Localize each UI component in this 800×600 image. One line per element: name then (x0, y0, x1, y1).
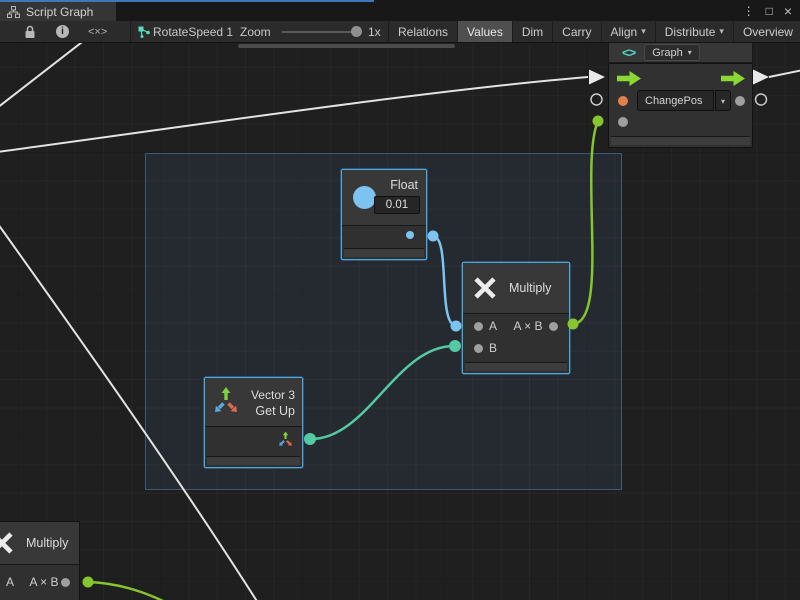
lock-icon (24, 25, 36, 39)
flow-arrowhead-left (589, 70, 605, 85)
script-brackets-icon: <> (622, 45, 635, 60)
multiply-icon (472, 275, 498, 301)
distribute-dropdown-button[interactable]: Distribute▾ (655, 21, 733, 42)
changepos-dropdown-caret[interactable]: ▾ (715, 90, 731, 111)
toolbar-separator (130, 21, 131, 42)
dim-button[interactable]: Dim (512, 21, 552, 42)
multiply-icon (0, 530, 15, 556)
multiply-node-header: Multiply (463, 263, 569, 314)
changepos-dropdown[interactable]: ChangePos (637, 90, 714, 111)
window-close-icon[interactable]: × (784, 4, 792, 18)
node-float[interactable]: Float (341, 169, 427, 260)
graph-source-dropdown[interactable]: Graph ▾ (644, 44, 700, 61)
graph-node-header: <> Graph ▾ (608, 42, 753, 63)
window-controls: ⋮ □ × (743, 0, 792, 21)
node-graph-event[interactable]: ChangePos ▾ (608, 63, 753, 148)
relations-button[interactable]: Relations (388, 21, 457, 42)
multiply-input-a-label: A (489, 320, 497, 332)
zoom-slider-handle[interactable] (351, 26, 362, 37)
getup-output-port[interactable] (277, 431, 294, 448)
flow-input-arrow-icon[interactable] (617, 71, 641, 86)
node-multiply-partial[interactable]: Multiply A A × B (0, 521, 80, 600)
breadcrumb[interactable]: RotateSpeed 1 (153, 21, 233, 42)
wire-endpoint-green (83, 577, 94, 588)
float-value-input[interactable] (374, 196, 420, 214)
multiply-input-b-port[interactable] (474, 344, 483, 353)
graph-node-footer (611, 136, 750, 145)
node-multiply[interactable]: Multiply A A × B B (462, 262, 570, 374)
values-button[interactable]: Values (457, 21, 512, 42)
multiply-node-footer (465, 362, 567, 371)
tab-script-graph[interactable]: Script Graph (0, 2, 116, 21)
wire-endpoint-green (593, 116, 604, 127)
float-node-header: Float (342, 170, 426, 226)
wire-white-into-graph-node (0, 77, 588, 152)
chevron-down-icon: ▾ (719, 26, 724, 37)
graph-target-port[interactable] (618, 96, 628, 106)
chevron-down-icon: ▾ (641, 26, 646, 37)
float-type-icon (353, 186, 376, 209)
vector3-node-header: Vector 3 Get Up (205, 378, 302, 427)
multiply2-node-header: Multiply (0, 522, 79, 565)
multiply-node-title: Multiply (509, 282, 551, 295)
zoom-label: Zoom (240, 21, 271, 42)
flow-arrowhead-right (753, 70, 769, 85)
window-top-bar: Script Graph ⋮ □ × i <×> (0, 0, 800, 42)
zoom-value: 1x (368, 21, 381, 42)
float-node-title: Float (390, 179, 418, 192)
wire-multiply2-output (88, 582, 163, 600)
info-button[interactable]: i (56, 21, 69, 42)
multiply-output-port[interactable] (549, 322, 558, 331)
wire-white-out-of-graph-node (769, 70, 800, 77)
info-icon: i (56, 25, 69, 38)
graph-tree-icon (7, 6, 20, 18)
float-node-footer (344, 248, 424, 257)
multiply2-output-port[interactable] (61, 578, 70, 587)
script-graph-asset-icon (138, 21, 150, 42)
graph-value-port-2[interactable] (618, 117, 628, 127)
unconnected-port-ring[interactable] (591, 94, 602, 105)
vector3-icon (211, 386, 241, 416)
tab-title: Script Graph (26, 5, 93, 19)
unconnected-port-ring[interactable] (756, 94, 767, 105)
inspect-code-button[interactable]: <×> (88, 21, 107, 42)
multiply-input-a-port[interactable] (474, 322, 483, 331)
lock-button[interactable] (24, 21, 36, 42)
window-menu-icon[interactable]: ⋮ (743, 5, 755, 17)
carry-button[interactable]: Carry (552, 21, 600, 42)
vector3-type-label: Vector 3 (251, 389, 295, 402)
multiply2-output-label: A × B (23, 576, 65, 588)
multiply2-input-a-label: A (6, 576, 14, 588)
overview-button[interactable]: Overview (733, 21, 800, 42)
multiply2-node-title: Multiply (26, 537, 68, 550)
wire-white-top-left (0, 42, 86, 108)
tab-bar: Script Graph ⋮ □ × (0, 0, 800, 21)
graph-source-label: Graph (652, 47, 683, 59)
vector3-node-footer (207, 456, 300, 465)
flow-output-arrow-icon[interactable] (721, 71, 745, 86)
chevron-down-icon: ▾ (688, 48, 692, 57)
align-dropdown-button[interactable]: Align▾ (601, 21, 655, 42)
float-output-port[interactable] (406, 231, 414, 239)
window-maximize-icon[interactable]: □ (766, 5, 773, 17)
graph-world: Float Multiply A A × B B (0, 42, 800, 600)
toolbar-buttons: Relations Values Dim Carry Align▾ Distri… (388, 21, 800, 42)
multiply-output-label: A × B (507, 320, 549, 332)
graph-value-port-1[interactable] (735, 96, 745, 106)
horizontal-scrollbar-thumb[interactable] (238, 44, 455, 48)
multiply-input-b-label: B (489, 342, 497, 354)
graph-canvas[interactable]: Float Multiply A A × B B (0, 42, 800, 600)
script-graph-window: { "colors": { "accent_blue": "#3c79bb", … (0, 0, 800, 600)
getup-name-label: Get Up (255, 405, 295, 418)
zoom-slider-track[interactable] (282, 31, 362, 33)
graph-toolbar: i <×> RotateSpeed 1 Zoom 1x Relations Va… (0, 21, 800, 43)
node-vector3-getup[interactable]: Vector 3 Get Up (204, 377, 303, 468)
